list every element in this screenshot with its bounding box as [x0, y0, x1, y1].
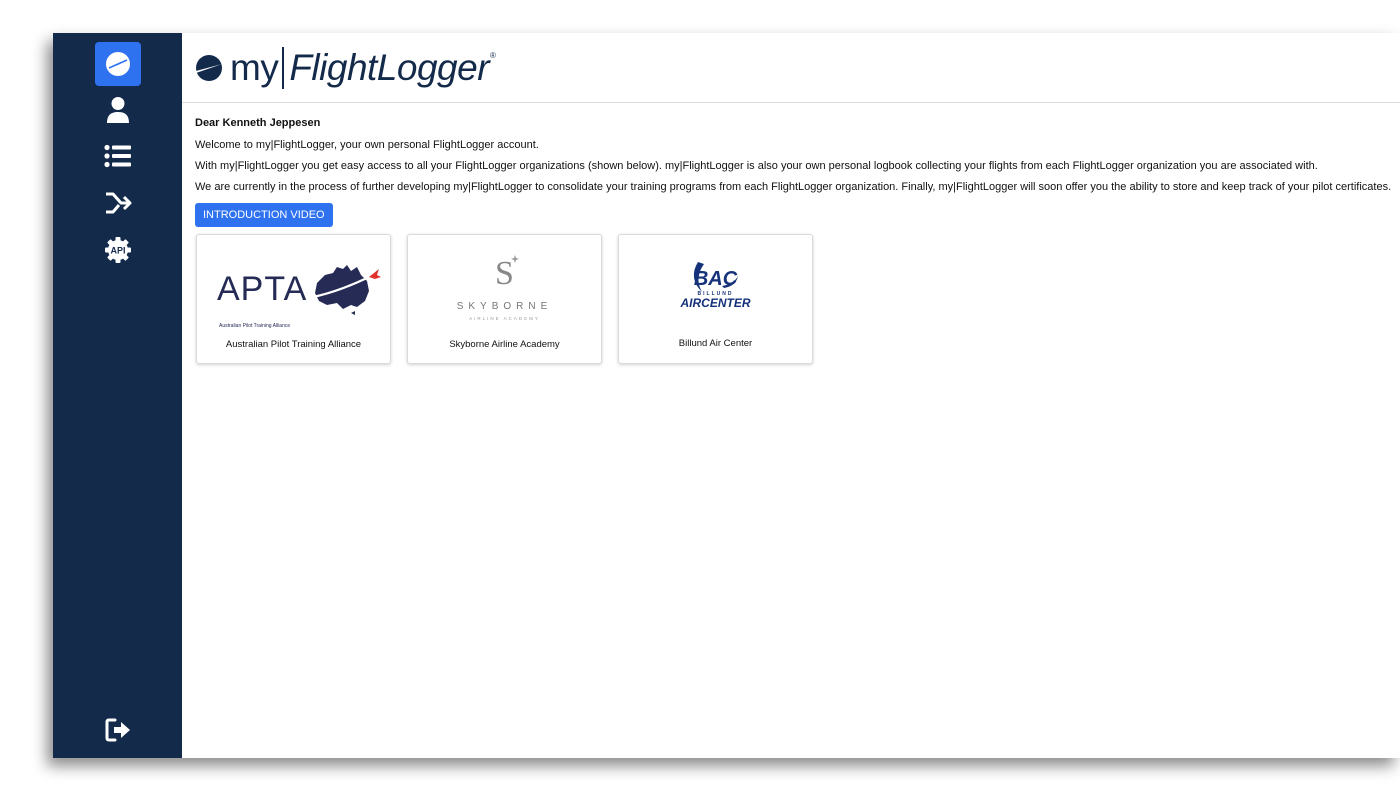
sidebar-item-integrations[interactable]	[95, 181, 141, 225]
compass-icon	[106, 52, 130, 76]
access-paragraph: With my|FlightLogger you get easy access…	[195, 160, 1318, 172]
organization-name: Australian Pilot Training Alliance	[225, 339, 362, 350]
merge-arrow-icon	[106, 192, 132, 214]
introduction-video-button[interactable]: INTRODUCTION VIDEO	[195, 203, 333, 227]
logo-divider	[282, 47, 285, 89]
list-icon	[104, 144, 131, 168]
logout-icon	[105, 718, 130, 742]
welcome-section: Dear Kenneth Jeppesen Welcome to my|Flig…	[195, 117, 1392, 227]
sidebar-item-api[interactable]: API	[95, 228, 141, 272]
app-window: API my FlightLogger ® Dear Kenneth Jeppe…	[53, 33, 1400, 758]
organization-name: Skyborne Airline Academy	[449, 339, 560, 350]
bac-logo: BAC BILLUND AIRCENTER	[619, 249, 812, 329]
main-content: my FlightLogger ® Dear Kenneth Jeppesen …	[182, 33, 1400, 758]
logo-my-text: my	[230, 47, 279, 88]
bac-logo-subtext2: AIRCENTER	[680, 296, 751, 310]
api-gear-icon: API	[105, 237, 131, 263]
apta-logo-text: APTA	[217, 269, 308, 308]
organization-card-bac[interactable]: BAC BILLUND AIRCENTER Billund Air Center	[618, 234, 813, 364]
myflightlogger-logo[interactable]: my FlightLogger ®	[195, 45, 496, 91]
organization-name: Billund Air Center	[678, 338, 753, 349]
logo-plane-icon	[196, 55, 222, 81]
sidebar-item-dashboard[interactable]	[95, 42, 141, 86]
welcome-paragraph: Welcome to my|FlightLogger, your own per…	[195, 139, 539, 151]
organization-card-skyborne[interactable]: S SKYBORNE AIRLINE ACADEMY Skyborne Airl…	[407, 234, 602, 364]
sidebar-item-profile[interactable]	[95, 88, 141, 132]
organization-cards: APTA Australian Pilot Training Alliance …	[196, 234, 829, 364]
api-label: API	[110, 246, 125, 256]
development-paragraph: We are currently in the process of furth…	[195, 181, 1392, 193]
greeting: Dear Kenneth Jeppesen	[195, 117, 321, 129]
skyborne-logo-subtext: AIRLINE ACADEMY	[469, 316, 540, 321]
apta-logo-subtext: Australian Pilot Training Alliance	[219, 323, 291, 329]
bac-swoosh-icon	[693, 262, 738, 292]
logo-flightlogger-text: FlightLogger	[289, 47, 490, 88]
sidebar-item-logbook[interactable]	[95, 134, 141, 178]
star-icon	[511, 255, 520, 263]
user-icon	[107, 97, 129, 123]
sidebar: API	[53, 33, 182, 758]
logout-button[interactable]	[95, 708, 141, 752]
organization-card-apta[interactable]: APTA Australian Pilot Training Alliance …	[196, 234, 391, 364]
logo-registered-mark: ®	[490, 51, 496, 60]
header: my FlightLogger ®	[182, 33, 1400, 103]
apta-logo: APTA Australian Pilot Training Alliance	[197, 249, 390, 329]
skyborne-logo-text: SKYBORNE	[456, 301, 553, 312]
skyborne-logo: S SKYBORNE AIRLINE ACADEMY	[408, 249, 601, 329]
australia-map-icon	[313, 265, 382, 315]
